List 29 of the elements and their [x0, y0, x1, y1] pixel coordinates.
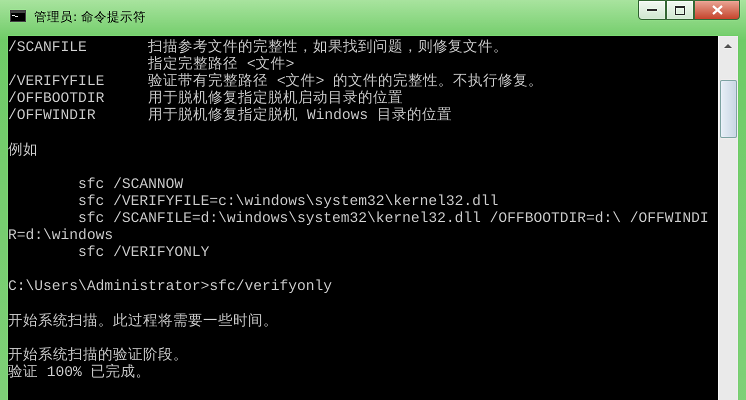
option-name: /SCANFILE: [8, 40, 88, 58]
output-line: R=d:\windows: [8, 228, 114, 244]
option-description: 指定完整路径 <文件>: [148, 57, 294, 74]
minimize-icon: [647, 8, 657, 12]
maximize-button[interactable]: [666, 0, 694, 20]
option-description: 扫描参考文件的完整性，如果找到问题，则修复文件。: [148, 40, 508, 56]
window-title: 管理员: 命令提示符: [34, 9, 148, 26]
output-line: 开始系统扫描。此过程将需要一些时间。: [8, 314, 278, 330]
maximize-icon: [675, 6, 685, 14]
example-command: sfc /VERIFYONLY: [78, 245, 210, 262]
example-command: sfc /VERIFYFILE=c:\windows\system32\kernel32.dll: [78, 194, 498, 210]
scrollbar[interactable]: [718, 36, 738, 400]
option-name: /OFFBOOTDIR: [8, 91, 106, 108]
close-button[interactable]: [694, 0, 740, 20]
close-icon: [712, 5, 722, 15]
option-description: 用于脱机修复指定脱机启动目录的位置: [148, 91, 404, 108]
output-line: C:\Users\Administrator>sfc/verifyonly: [8, 279, 332, 296]
option-description: 用于脱机修复指定脱机 Windows 目录的位置: [148, 108, 452, 124]
console-icon: [10, 10, 26, 22]
output-line: 例如: [8, 142, 38, 159]
output-line: 开始系统扫描的验证阶段。: [8, 348, 188, 364]
example-command: sfc /SCANFILE=d:\windows\system32\kernel32.dll /OFFBOOTDIR=d:\ /OFFWINDI: [78, 210, 709, 227]
scroll-thumb[interactable]: [720, 80, 736, 138]
option-name: /VERIFYFILE: [8, 74, 106, 91]
output-line: 验证 100% 已完成。: [8, 364, 151, 381]
minimize-button[interactable]: [638, 0, 666, 20]
option-name: /OFFWINDIR: [8, 108, 97, 126]
option-description: 验证带有完整路径 <文件> 的文件的完整性。不执行修复。: [148, 74, 544, 90]
example-command: sfc /SCANNOW: [78, 176, 184, 193]
